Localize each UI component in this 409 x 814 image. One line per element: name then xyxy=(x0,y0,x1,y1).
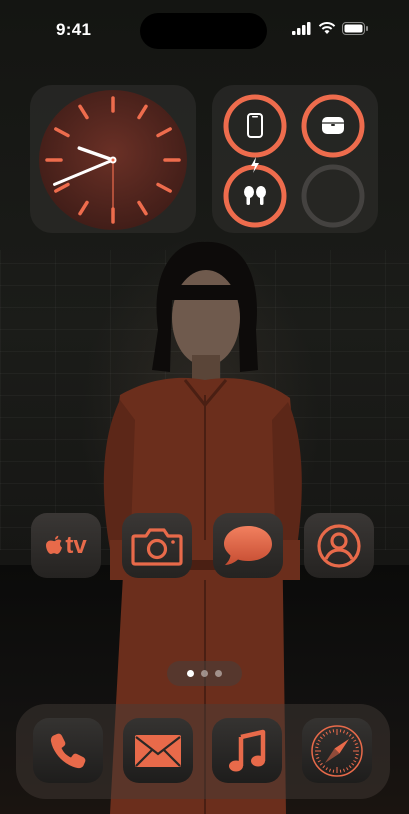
messages-app[interactable] xyxy=(213,513,283,578)
battery-rings xyxy=(223,94,365,228)
dynamic-island xyxy=(140,13,267,49)
apple-tv-label: tv xyxy=(65,531,87,559)
safari-app[interactable] xyxy=(302,718,372,783)
charging-bolt-icon xyxy=(251,157,259,173)
page-dot-2[interactable] xyxy=(201,670,208,677)
apple-tv-app[interactable]: tv xyxy=(31,513,101,578)
wifi-icon xyxy=(318,22,336,34)
page-dot-1[interactable] xyxy=(187,670,194,677)
analog-clock xyxy=(39,90,187,230)
contacts-app[interactable] xyxy=(304,513,374,578)
cellular-signal-icon xyxy=(292,22,311,35)
phone-icon xyxy=(50,733,86,768)
battery-icon xyxy=(342,22,368,35)
safari-icon xyxy=(311,724,363,777)
contacts-icon xyxy=(317,523,361,568)
batteries-widget[interactable] xyxy=(212,85,378,233)
airpods-icon xyxy=(244,186,266,205)
mail-app[interactable] xyxy=(123,718,193,783)
camera-icon xyxy=(131,527,183,566)
battery-ring-airpods xyxy=(223,157,287,228)
mail-icon xyxy=(135,734,181,767)
status-bar: 9:41 xyxy=(0,0,409,60)
music-icon xyxy=(229,729,266,771)
apple-tv-icon xyxy=(46,535,63,554)
page-dot-3[interactable] xyxy=(215,670,222,677)
status-icons xyxy=(292,22,369,35)
camera-app[interactable] xyxy=(122,513,192,578)
battery-ring-airpods-case xyxy=(301,94,365,158)
music-app[interactable] xyxy=(212,718,282,783)
battery-ring-empty xyxy=(301,164,365,228)
messages-icon xyxy=(224,525,272,565)
status-time: 9:41 xyxy=(56,20,92,39)
phone-app[interactable] xyxy=(33,718,103,783)
clock-widget[interactable] xyxy=(30,85,196,233)
page-indicator[interactable] xyxy=(167,661,242,686)
battery-ring-phone xyxy=(223,94,287,158)
